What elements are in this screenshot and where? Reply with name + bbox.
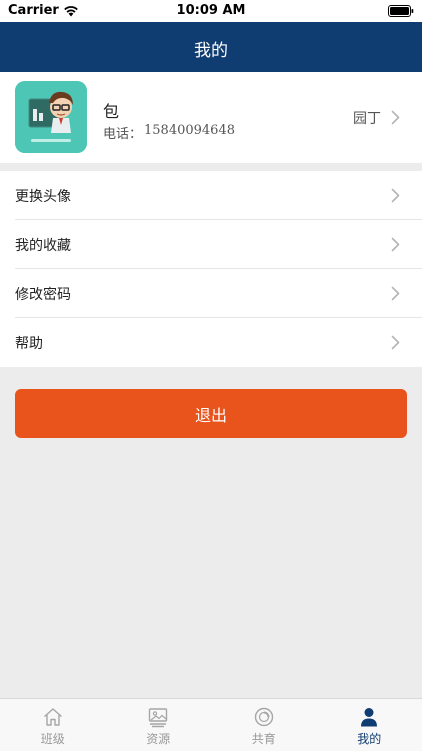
logout-button[interactable]: 退出 (15, 389, 407, 438)
tab-label: 共育 (252, 730, 276, 747)
tab-label: 班级 (41, 730, 65, 747)
phone-label: 电话： (103, 123, 142, 142)
avatar[interactable] (15, 81, 87, 153)
menu-list: 更换头像 我的收藏 修改密码 帮助 (0, 171, 422, 367)
menu-item-change-avatar[interactable]: 更换头像 (0, 171, 422, 220)
phone-value: 15840094648 (144, 123, 235, 142)
co-parenting-icon (253, 706, 275, 728)
tab-class[interactable]: 班级 (0, 699, 106, 751)
home-icon (42, 706, 64, 728)
battery-icon (388, 5, 414, 17)
chevron-right-icon (391, 286, 400, 301)
tab-label: 资源 (146, 730, 170, 747)
menu-item-label: 我的收藏 (15, 235, 71, 255)
tab-mine[interactable]: 我的 (317, 699, 422, 751)
tab-bar: 班级 资源 共育 我的 (0, 698, 422, 751)
chevron-right-icon (391, 110, 400, 125)
profile-phone: 电话： 15840094648 (103, 123, 235, 142)
menu-item-label: 帮助 (15, 333, 43, 353)
chevron-right-icon (391, 335, 400, 350)
profile-card[interactable]: 包 电话： 15840094648 园丁 (0, 72, 422, 163)
resources-icon (147, 706, 169, 728)
profile-name: 包 (103, 98, 119, 122)
menu-item-label: 修改密码 (15, 284, 71, 304)
chevron-right-icon (391, 188, 400, 203)
menu-item-favorites[interactable]: 我的收藏 (0, 220, 422, 269)
tab-resources[interactable]: 资源 (106, 699, 212, 751)
menu-item-change-password[interactable]: 修改密码 (0, 269, 422, 318)
nav-bar: 我的 (0, 22, 422, 72)
tab-co-parenting[interactable]: 共育 (211, 699, 317, 751)
person-icon (358, 706, 380, 728)
teacher-cartoon-icon (15, 81, 87, 153)
page-title: 我的 (0, 36, 422, 61)
chevron-right-icon (391, 237, 400, 252)
profile-role: 园丁 (353, 108, 381, 128)
menu-item-help[interactable]: 帮助 (0, 318, 422, 367)
status-bar: Carrier 10:09 AM (0, 0, 422, 22)
tab-label: 我的 (357, 730, 381, 747)
status-time: 10:09 AM (0, 3, 422, 18)
menu-item-label: 更换头像 (15, 186, 71, 206)
